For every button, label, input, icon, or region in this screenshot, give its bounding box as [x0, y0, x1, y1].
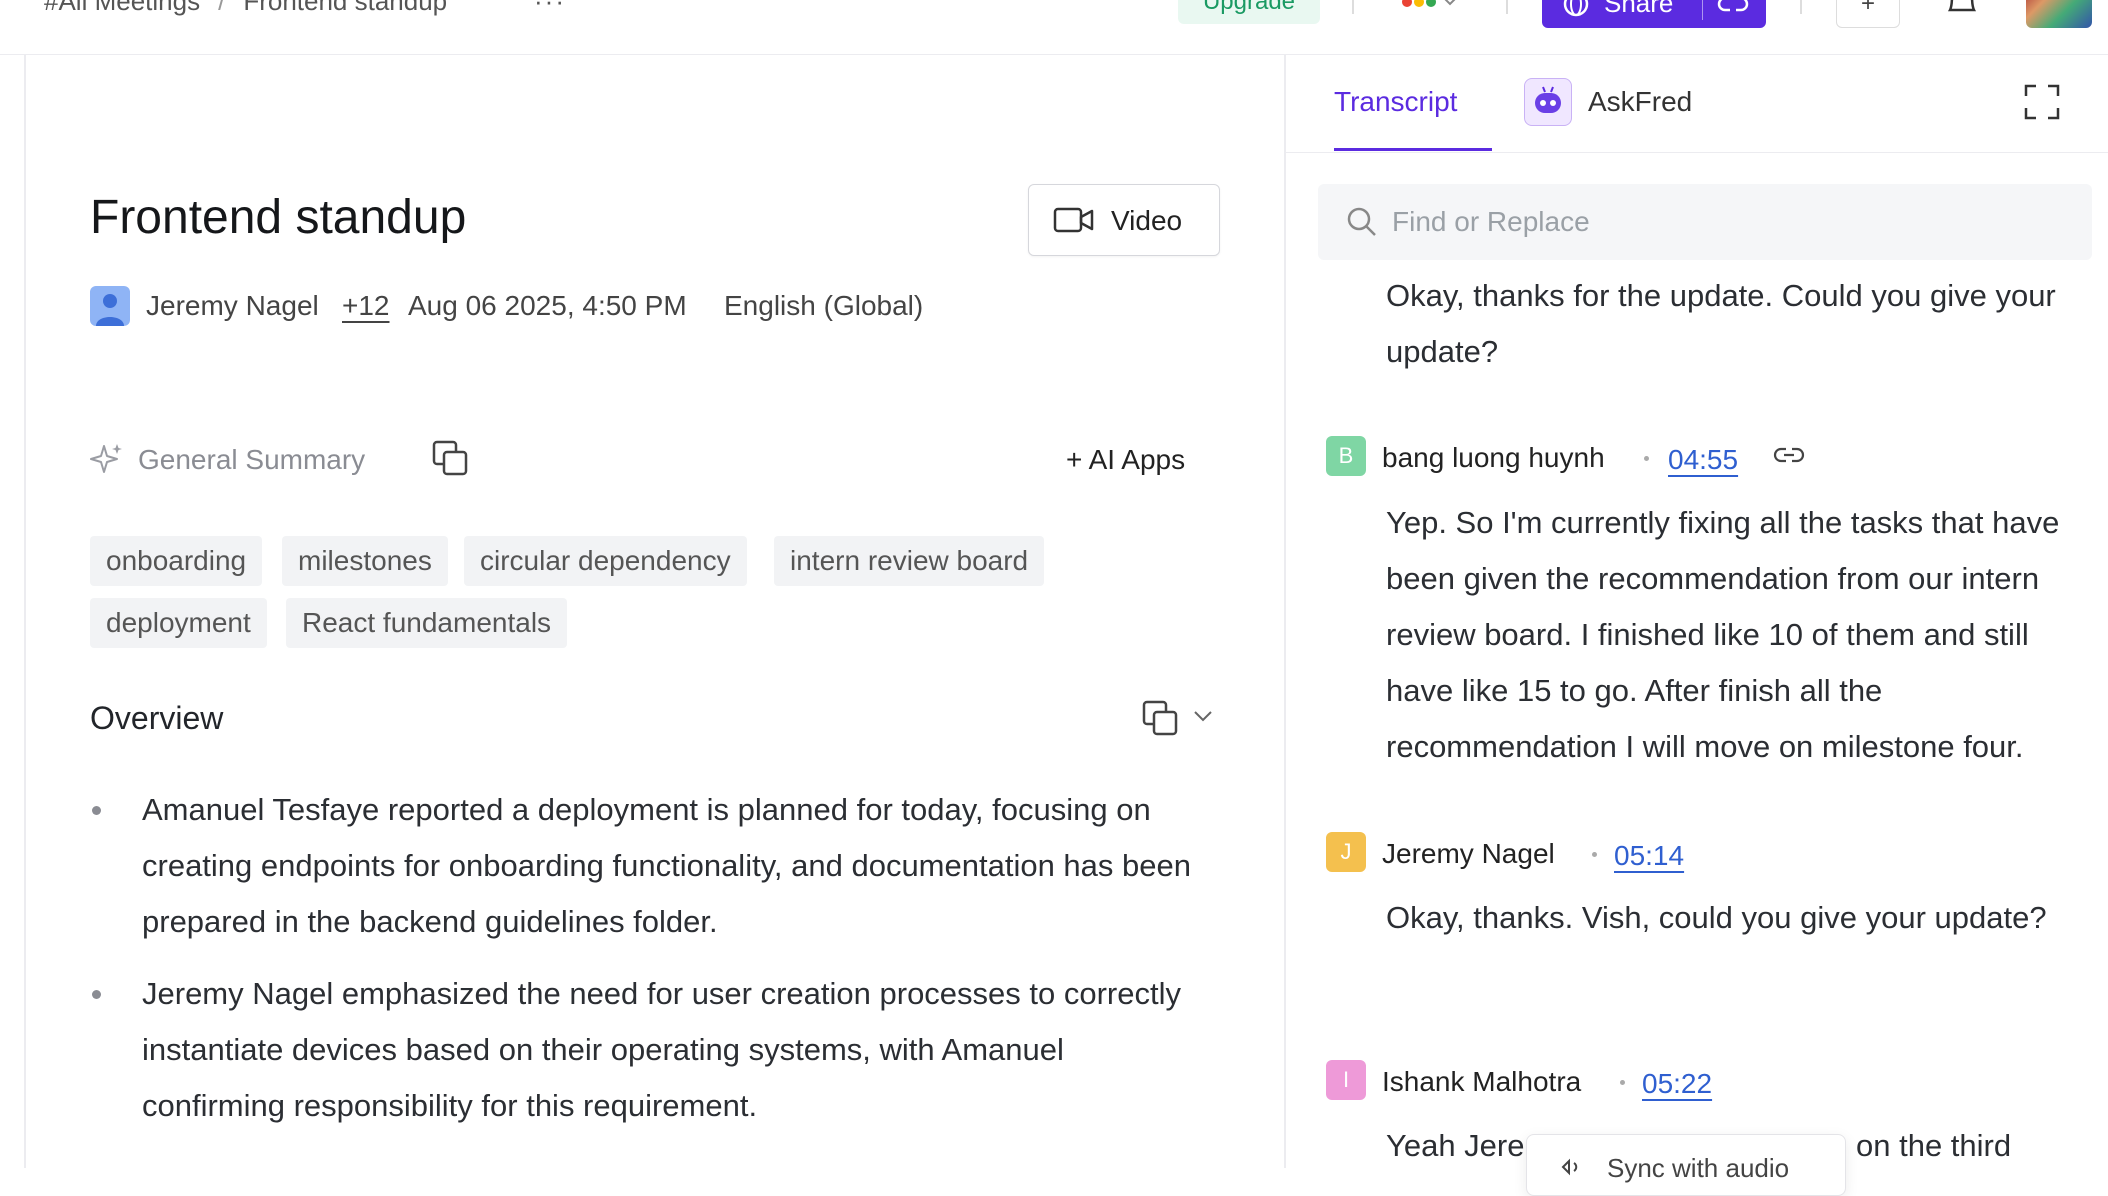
- chevron-down-icon: [1445, 0, 1456, 6]
- transcript-text: Okay, thanks for the update. Could you g…: [1386, 278, 2056, 369]
- participants-more-link[interactable]: +12: [342, 290, 390, 322]
- tag[interactable]: React fundamentals: [286, 598, 568, 648]
- organizer-name: Jeremy Nagel: [146, 290, 319, 321]
- meeting-language[interactable]: English (Global): [724, 290, 923, 322]
- meeting-datetime: Aug 06 2025, 4:50 PM: [408, 290, 687, 321]
- speaker-name: Jeremy Nagel: [1382, 838, 1555, 869]
- speaker-name: Ishank Malhotra: [1382, 1066, 1582, 1097]
- breadcrumb-all-meetings[interactable]: #All Meetings: [44, 0, 200, 16]
- search-input[interactable]: [1390, 200, 2054, 244]
- speaker-avatar: J: [1326, 832, 1366, 872]
- user-avatar[interactable]: [2026, 0, 2092, 28]
- left-border: [24, 54, 26, 1168]
- video-camera-icon: [1053, 207, 1094, 233]
- audio-icon: [1561, 1158, 1578, 1176]
- google-meet-icon[interactable]: [1402, 0, 1458, 12]
- timestamp-link[interactable]: 04:55: [1668, 444, 1738, 476]
- video-button-label: Video: [1111, 205, 1183, 236]
- organizer-avatar-icon: [90, 286, 130, 326]
- timestamp-link[interactable]: 05:22: [1642, 1068, 1712, 1100]
- tag[interactable]: circular dependency: [464, 536, 747, 586]
- breadcrumb-separator: /: [218, 0, 226, 16]
- share-button[interactable]: Share: [1542, 0, 1766, 28]
- copy-icon[interactable]: [1140, 698, 1180, 738]
- upgrade-button[interactable]: Upgrade: [1178, 0, 1320, 24]
- sparkle-icon: [90, 444, 122, 473]
- chevron-down-icon[interactable]: [1192, 708, 1214, 724]
- video-button[interactable]: Video: [1028, 184, 1220, 256]
- separator-dot: [1620, 1080, 1625, 1085]
- sync-audio-popover[interactable]: Sync with audio: [1526, 1134, 1846, 1196]
- expand-icon[interactable]: [2024, 84, 2060, 120]
- link-icon[interactable]: [1772, 444, 1806, 466]
- globe-icon: [1563, 0, 1589, 17]
- list-item: Jeremy Nagel emphasized the need for use…: [90, 966, 1210, 1134]
- divider: [1506, 0, 1508, 14]
- transcript-text: Yeah Jere: [1386, 1128, 1525, 1163]
- transcript-text: on the third: [1856, 1128, 2012, 1163]
- search-icon: [1347, 207, 1376, 236]
- speaker-avatar: B: [1326, 436, 1366, 476]
- popover-text: Sync with audio: [1607, 1153, 1790, 1183]
- transcript-text: Okay, thanks. Vish, could you give your …: [1386, 900, 2047, 935]
- copy-icon[interactable]: [430, 438, 470, 478]
- separator-dot: [1592, 852, 1597, 857]
- breadcrumb: #All Meetings / Frontend standup: [44, 0, 447, 17]
- right-panel-tabs: Transcript AskFred: [1286, 54, 2108, 153]
- overview-heading: Overview: [90, 700, 224, 736]
- tag[interactable]: milestones: [282, 536, 448, 586]
- divider: [1352, 0, 1354, 14]
- list-item: Amanuel Tesfaye reported a deployment is…: [90, 782, 1210, 950]
- divider: [1800, 0, 1802, 14]
- page-title: Frontend standup: [90, 191, 467, 244]
- link-icon[interactable]: [1716, 0, 1750, 16]
- summary-type-dropdown[interactable]: General Summary: [138, 444, 365, 476]
- transcript-search[interactable]: [1318, 184, 2092, 260]
- top-bar: #All Meetings / Frontend standup ··· Upgra…: [0, 0, 2108, 55]
- ai-apps-button[interactable]: + AI Apps: [1066, 444, 1185, 476]
- tag[interactable]: intern review board: [774, 536, 1045, 586]
- tag[interactable]: onboarding: [90, 536, 263, 586]
- bell-icon[interactable]: [1942, 0, 1982, 27]
- separator-dot: [1644, 456, 1649, 461]
- tab-askfred[interactable]: AskFred: [1588, 86, 1692, 118]
- add-button[interactable]: +: [1836, 0, 1900, 28]
- timestamp-link[interactable]: 05:14: [1614, 840, 1684, 872]
- share-label: Share: [1604, 0, 1674, 18]
- tag[interactable]: deployment: [90, 598, 267, 648]
- summary-toolbar: General Summary + AI Apps: [90, 436, 1220, 486]
- overview-list: Amanuel Tesfaye reported a deployment is…: [90, 782, 1210, 1150]
- active-tab-indicator: [1334, 148, 1492, 151]
- more-options-button[interactable]: ···: [534, 0, 566, 17]
- tab-transcript[interactable]: Transcript: [1334, 86, 1457, 118]
- speaker-avatar: I: [1326, 1060, 1366, 1100]
- transcript-text: Yep. So I'm currently fixing all the tas…: [1386, 505, 2060, 764]
- divider: [1702, 0, 1703, 20]
- breadcrumb-current: Frontend standup: [243, 0, 448, 16]
- panel-divider[interactable]: [1284, 54, 1286, 1168]
- speaker-name: bang luong huynh: [1382, 442, 1605, 473]
- robot-icon: [1524, 78, 1572, 126]
